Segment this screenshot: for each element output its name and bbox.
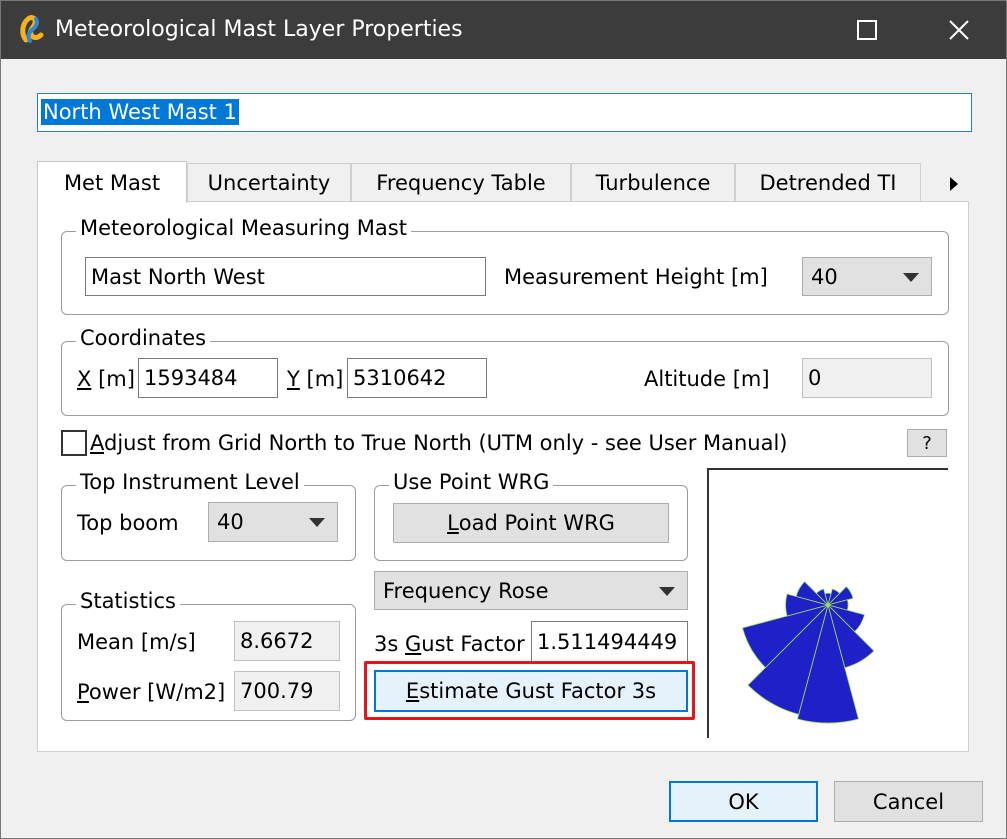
power-density-label: Power [W/m2] [77, 680, 226, 704]
cancel-button[interactable]: Cancel [834, 781, 983, 822]
layer-name-input[interactable]: North West Mast 1 [37, 93, 972, 132]
altitude-input[interactable]: 0 [802, 358, 932, 398]
window-title: Meteorological Mast Layer Properties [55, 17, 463, 42]
x-coordinate-label: X [m] [77, 367, 135, 391]
load-point-wrg-button[interactable]: Load Point WRG [393, 503, 669, 543]
top-boom-select[interactable]: 40 [208, 502, 338, 542]
altitude-label: Altitude [m] [644, 367, 770, 391]
y-coordinate-input[interactable]: 5310642 [347, 358, 487, 398]
mean-speed-label: Mean [m/s] [77, 630, 196, 654]
adjust-true-north-checkbox[interactable] [61, 430, 87, 456]
arrow-right-icon [950, 177, 958, 191]
tab-turbulence[interactable]: Turbulence [571, 163, 735, 202]
wind-rose-chart [742, 581, 875, 724]
measurement-height-value: 40 [811, 264, 838, 289]
maximize-button[interactable] [839, 1, 895, 59]
layer-name-selected-text: North West Mast 1 [41, 99, 239, 125]
ok-button[interactable]: OK [669, 781, 818, 822]
tab-scroll-right-button[interactable] [939, 165, 969, 203]
x-coordinate-input[interactable]: 1593484 [138, 358, 278, 398]
y-coordinate-label: Y [m] [287, 367, 344, 391]
point-wrg-group-label: Use Point WRG [389, 470, 554, 494]
measurement-height-select[interactable]: 40 [802, 257, 932, 296]
tab-uncertainty[interactable]: Uncertainty [187, 163, 351, 202]
adjust-true-north-label[interactable]: Adjust from Grid North to True North (UT… [90, 431, 788, 455]
tab-frequency-table[interactable]: Frequency Table [351, 163, 571, 202]
measurement-height-label: Measurement Height [m] [504, 265, 768, 289]
rose-type-select[interactable]: Frequency Rose [374, 571, 688, 610]
wind-rose-panel [707, 468, 948, 738]
mast-name-input[interactable]: Mast North West [85, 257, 486, 296]
app-logo-icon [20, 15, 44, 43]
help-button[interactable]: ? [907, 429, 947, 457]
top-instrument-group-label: Top Instrument Level [76, 470, 304, 494]
title-bar: Meteorological Mast Layer Properties [1, 1, 1006, 59]
close-icon [949, 20, 969, 40]
tab-detrended-ti[interactable]: Detrended TI [735, 163, 921, 202]
power-density-value: 700.79 [234, 671, 340, 711]
mean-speed-value: 8.6672 [234, 621, 340, 661]
chevron-down-icon [309, 518, 325, 527]
gust-factor-label: 3s Gust Factor [374, 632, 525, 656]
statistics-group-label: Statistics [76, 589, 180, 613]
top-boom-label: Top boom [77, 511, 179, 535]
coordinates-group-label: Coordinates [76, 326, 211, 350]
gust-factor-input[interactable]: 1.511494449 [531, 621, 688, 663]
chevron-down-icon [903, 272, 919, 282]
chevron-down-icon [659, 586, 675, 596]
tab-strip: Met Mast Uncertainty Frequency Table Tur… [37, 161, 967, 203]
close-button[interactable] [931, 1, 987, 59]
maximize-icon [857, 20, 877, 40]
dialog-window: Meteorological Mast Layer Properties Nor… [0, 0, 1007, 839]
estimate-gust-factor-button[interactable]: Estimate Gust Factor 3s [374, 670, 688, 712]
tab-met-mast[interactable]: Met Mast [37, 161, 187, 203]
rose-type-value: Frequency Rose [383, 578, 549, 603]
mast-group-label: Meteorological Measuring Mast [76, 216, 411, 240]
top-boom-value: 40 [217, 510, 244, 534]
